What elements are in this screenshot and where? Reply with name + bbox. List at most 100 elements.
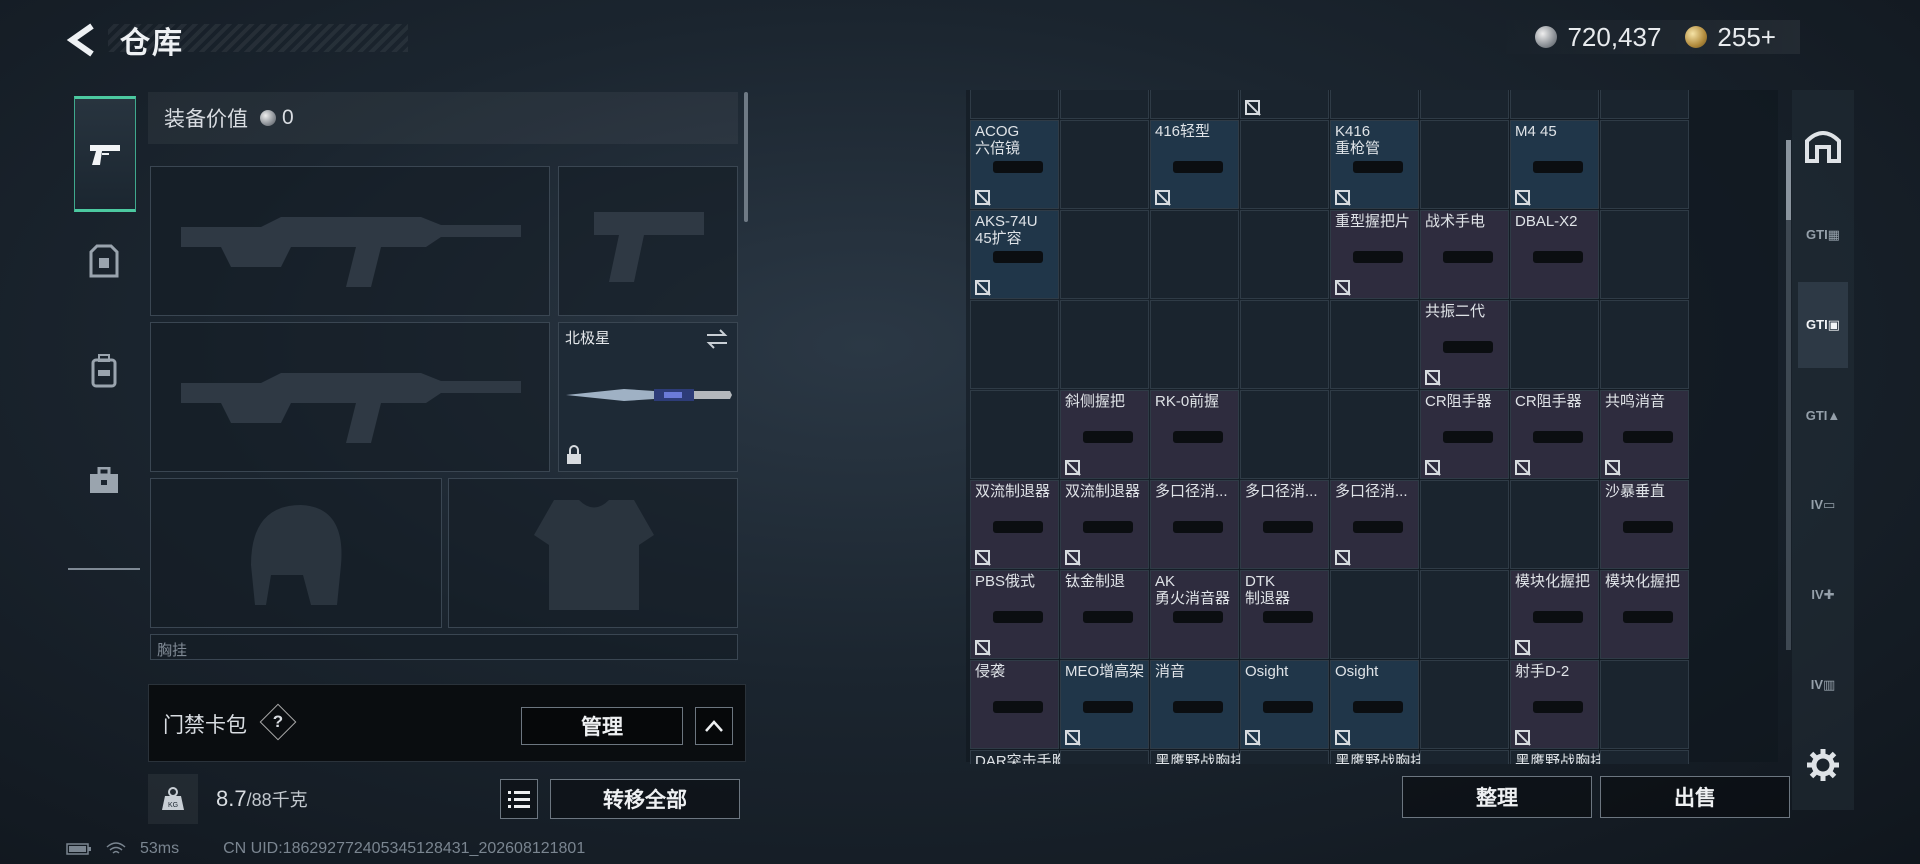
empty-grid-cell[interactable] [1600,120,1689,209]
empty-grid-cell[interactable] [1510,90,1599,119]
empty-grid-cell[interactable] [1510,300,1599,389]
empty-grid-cell[interactable] [1240,750,1329,764]
list-view-button[interactable] [500,779,538,819]
empty-grid-cell[interactable] [1600,90,1689,119]
storage-item[interactable]: CR阻手器 [1510,390,1599,479]
empty-grid-cell[interactable] [1330,300,1419,389]
empty-grid-cell[interactable] [1150,300,1239,389]
storage-item[interactable]: 多口径消... [1150,480,1239,569]
empty-grid-cell[interactable] [970,390,1059,479]
storage-item[interactable]: 射手D-2 [1510,660,1599,749]
storage-item[interactable]: 共鸣消音 [1600,390,1689,479]
empty-grid-cell[interactable] [1420,570,1509,659]
storage-item[interactable]: RK-0前握 [1150,390,1239,479]
tab-armor[interactable] [74,206,134,316]
empty-grid-cell[interactable] [1420,480,1509,569]
storage-item[interactable]: Osight [1240,660,1329,749]
storage-item[interactable]: 消音 [1150,660,1239,749]
empty-grid-cell[interactable] [1510,480,1599,569]
storage-item[interactable]: 钛金制退 [1060,570,1149,659]
storage-item[interactable]: 黑鹰野战胸挂 [1330,750,1425,764]
collapse-button[interactable] [695,707,733,745]
sell-button[interactable]: 出售 [1600,776,1790,818]
transfer-all-button[interactable]: 转移全部 [550,779,740,819]
storage-item[interactable]: K416 重枪管 [1330,120,1419,209]
primary-weapon-slot-1[interactable] [150,166,550,316]
storage-item[interactable]: 双流制退器 [1060,480,1149,569]
storage-item[interactable]: 模块化握把 [1600,570,1689,659]
gold-amount[interactable]: 255+ [1717,22,1776,53]
storage-item[interactable]: PBS俄式 [970,570,1059,659]
tab-backpack[interactable] [74,316,134,426]
storage-item[interactable]: DAR突击手胸挂 [970,750,1082,764]
pistol-slot[interactable] [558,166,738,316]
storage-item[interactable]: DTK 制退器 [1240,570,1329,659]
melee-slot[interactable]: 北极星 [558,322,738,472]
tab-storage-1[interactable]: GTI▦ [1798,192,1848,278]
storage-item[interactable]: 黑鹰野战胸挂 [1510,750,1605,764]
empty-grid-cell[interactable] [1060,120,1149,209]
storage-item[interactable]: AK 勇火消音器 [1150,570,1239,659]
empty-grid-cell[interactable] [1330,390,1419,479]
empty-grid-cell[interactable] [1330,90,1419,119]
helmet-slot[interactable] [150,478,442,628]
sort-button[interactable]: 整理 [1402,776,1592,818]
storage-item[interactable]: 模块化握把 [1510,570,1599,659]
empty-grid-cell[interactable] [1420,660,1509,749]
tab-case[interactable] [74,426,134,536]
storage-item[interactable]: 多口径消... [1240,480,1329,569]
storage-item[interactable]: 沙暴垂直 [1600,480,1689,569]
tab-storage-2[interactable]: GTI▣ [1798,282,1848,368]
manage-button[interactable]: 管理 [521,707,683,745]
empty-grid-cell[interactable] [970,90,1059,119]
empty-grid-cell[interactable] [1060,750,1149,764]
storage-item[interactable]: CR阻手器 [1420,390,1509,479]
empty-grid-cell[interactable] [1240,390,1329,479]
empty-grid-cell[interactable] [1600,660,1689,749]
help-icon[interactable]: ? [259,703,297,741]
empty-grid-cell[interactable] [1150,90,1239,119]
body-armor-slot[interactable] [448,478,738,628]
empty-grid-cell[interactable] [1060,90,1149,119]
empty-grid-cell[interactable] [1330,570,1419,659]
storage-item[interactable]: ACOG 六倍镜 [970,120,1059,209]
storage-item[interactable]: 战术手电 [1420,210,1509,299]
storage-item[interactable]: MEO增高架 [1060,660,1149,749]
storage-scroll-thumb[interactable] [1786,140,1791,220]
storage-item[interactable]: M4 45 [1510,120,1599,209]
storage-item[interactable]: 共振二代 [1420,300,1509,389]
empty-grid-cell[interactable] [1240,210,1329,299]
tab-weapons[interactable] [74,96,136,212]
storage-item[interactable]: 重型握把片 [1330,210,1419,299]
empty-grid-cell[interactable] [1240,300,1329,389]
back-button[interactable] [62,18,102,62]
storage-item[interactable]: Osight [1330,660,1419,749]
storage-item[interactable]: DBAL-X2 [1510,210,1599,299]
empty-grid-cell[interactable] [1150,210,1239,299]
empty-grid-cell[interactable] [1600,750,1689,764]
equipment-scrollbar[interactable] [744,92,748,222]
storage-item[interactable]: 双流制退器 [970,480,1059,569]
empty-grid-cell[interactable] [1420,750,1509,764]
tab-storage-4[interactable]: IV▭ [1798,462,1848,548]
storage-item[interactable]: 多口径消... [1330,480,1419,569]
storage-item[interactable]: 斜侧握把 [1060,390,1149,479]
tab-storage-5[interactable]: IV✚ [1798,552,1848,638]
empty-grid-cell[interactable] [970,300,1059,389]
settings-button[interactable] [1798,730,1848,800]
tab-storage-3[interactable]: GTI▲ [1798,372,1848,458]
storage-item[interactable]: 416轻型 [1150,120,1239,209]
empty-grid-cell[interactable] [1240,120,1329,209]
empty-grid-cell[interactable] [1600,300,1689,389]
empty-grid-cell[interactable] [1420,90,1509,119]
empty-grid-cell[interactable] [1060,300,1149,389]
empty-grid-cell[interactable] [1600,210,1689,299]
tab-storage-6[interactable]: IV▥ [1798,642,1848,728]
storage-item[interactable]: AKS-74U 45扩容 [970,210,1059,299]
storage-item[interactable]: 侵袭 [970,660,1059,749]
storage-item[interactable]: 黑鹰野战胸挂 [1150,750,1245,764]
swap-icon[interactable] [705,329,729,349]
primary-weapon-slot-2[interactable] [150,322,550,472]
empty-grid-cell[interactable] [1060,210,1149,299]
empty-grid-cell[interactable] [1420,120,1509,209]
